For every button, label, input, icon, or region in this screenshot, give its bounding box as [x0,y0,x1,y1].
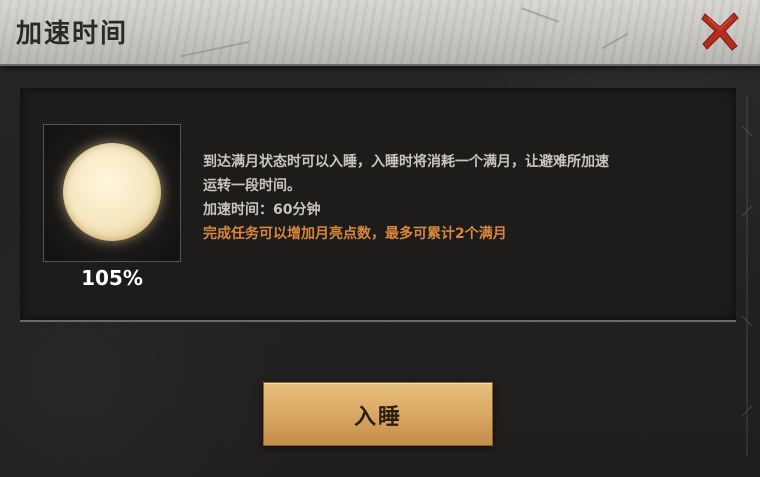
sleep-button-label: 入睡 [353,405,402,430]
close-x-icon [701,12,739,51]
scratch-decoration [180,40,250,58]
info-panel: 105% 到达满月状态时可以入睡，入睡时将消耗一个满月，让避难所加速 运转一段时… [20,88,736,322]
description-line-2: 运转一段时间。 [203,178,301,194]
frame-decoration [741,96,753,456]
speedup-duration: 加速时间：60分钟 [203,202,321,218]
dialog-title: 加速时间 [16,19,129,49]
title-bar: 加速时间 [0,0,760,66]
speed-up-dialog: 加速时间 105% 到达满月状态时可以入睡，入睡时将消耗一个满月，让避难所加速 … [0,0,760,477]
moon-percent: 105% [81,266,143,290]
scratch-decoration [601,32,629,50]
description-line-1: 到达满月状态时可以入睡，入睡时将消耗一个满月，让避难所加速 [203,154,609,170]
full-moon-icon [63,143,161,241]
scratch-decoration [520,7,560,23]
close-button[interactable] [700,10,740,52]
sleep-button[interactable]: 入睡 [263,382,493,446]
moon-points-hint: 完成任务可以增加月亮点数，最多可累计2个满月 [203,226,507,242]
description: 到达满月状态时可以入睡，入睡时将消耗一个满月，让避难所加速 运转一段时间。 加速… [203,150,683,246]
moon-frame [43,124,181,262]
